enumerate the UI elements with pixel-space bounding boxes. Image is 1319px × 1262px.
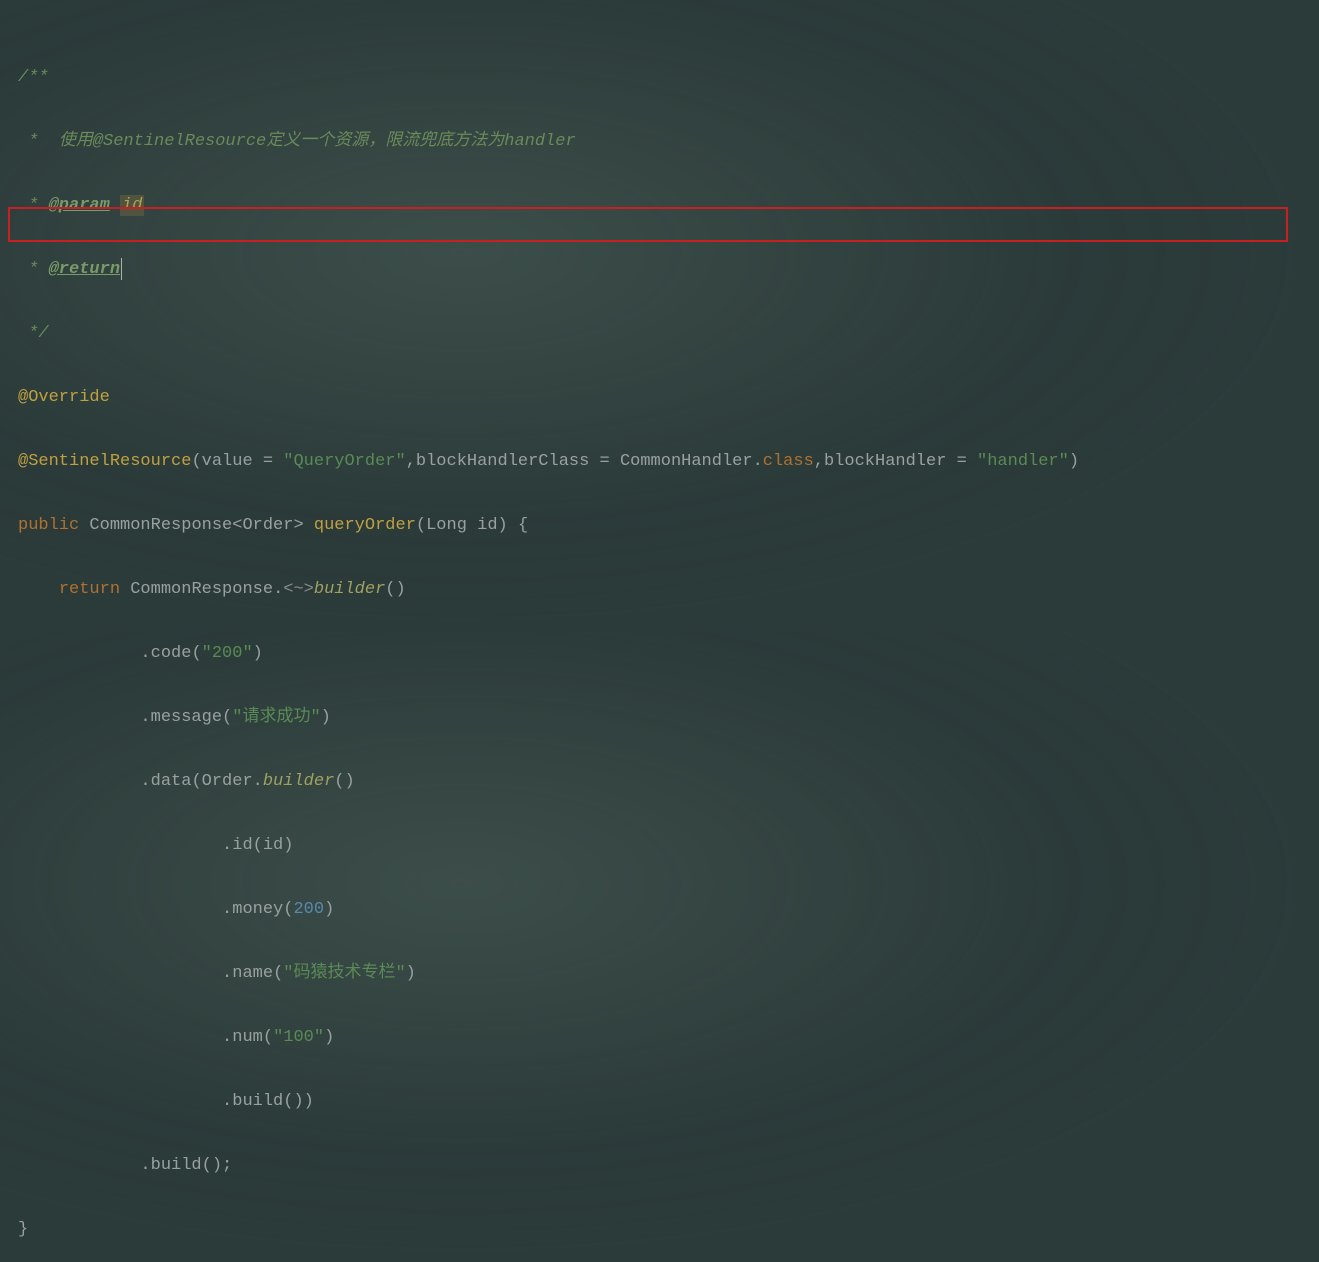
code-line: * 使用@SentinelResource定义一个资源，限流兜底方法为handl… xyxy=(18,126,1301,158)
code-line: .code("200") xyxy=(18,638,1301,670)
code-line: .build()) xyxy=(18,1086,1301,1118)
code-line: .message("请求成功") xyxy=(18,702,1301,734)
code-line: .num("100") xyxy=(18,1022,1301,1054)
code-line: @Override xyxy=(18,382,1301,414)
return-tag: @return xyxy=(49,260,120,279)
code-line: /** xyxy=(18,62,1301,94)
code-line: .build(); xyxy=(18,1150,1301,1182)
sentinel-annotation: @SentinelResource xyxy=(18,452,191,471)
code-line: } xyxy=(18,1214,1301,1246)
code-line: .money(200) xyxy=(18,894,1301,926)
javadoc-start: /** xyxy=(18,68,49,87)
param-tag: @param xyxy=(49,196,110,215)
code-line: return CommonResponse.<~>builder() xyxy=(18,574,1301,606)
code-line: public CommonResponse<Order> queryOrder(… xyxy=(18,510,1301,542)
code-line: * @param id xyxy=(18,190,1301,222)
code-line: .data(Order.builder() xyxy=(18,766,1301,798)
code-line: */ xyxy=(18,318,1301,350)
text-cursor xyxy=(121,258,122,280)
code-line: .id(id) xyxy=(18,830,1301,862)
param-name: id xyxy=(120,195,144,216)
code-line: @SentinelResource(value = "QueryOrder",b… xyxy=(18,446,1301,478)
code-editor[interactable]: /** * 使用@SentinelResource定义一个资源，限流兜底方法为h… xyxy=(0,0,1319,1262)
code-line: .name("码猿技术专栏") xyxy=(18,958,1301,990)
method-name: queryOrder xyxy=(314,516,416,535)
code-line: * @return xyxy=(18,254,1301,286)
javadoc-end: */ xyxy=(18,324,49,343)
override-annotation: @Override xyxy=(18,388,110,407)
